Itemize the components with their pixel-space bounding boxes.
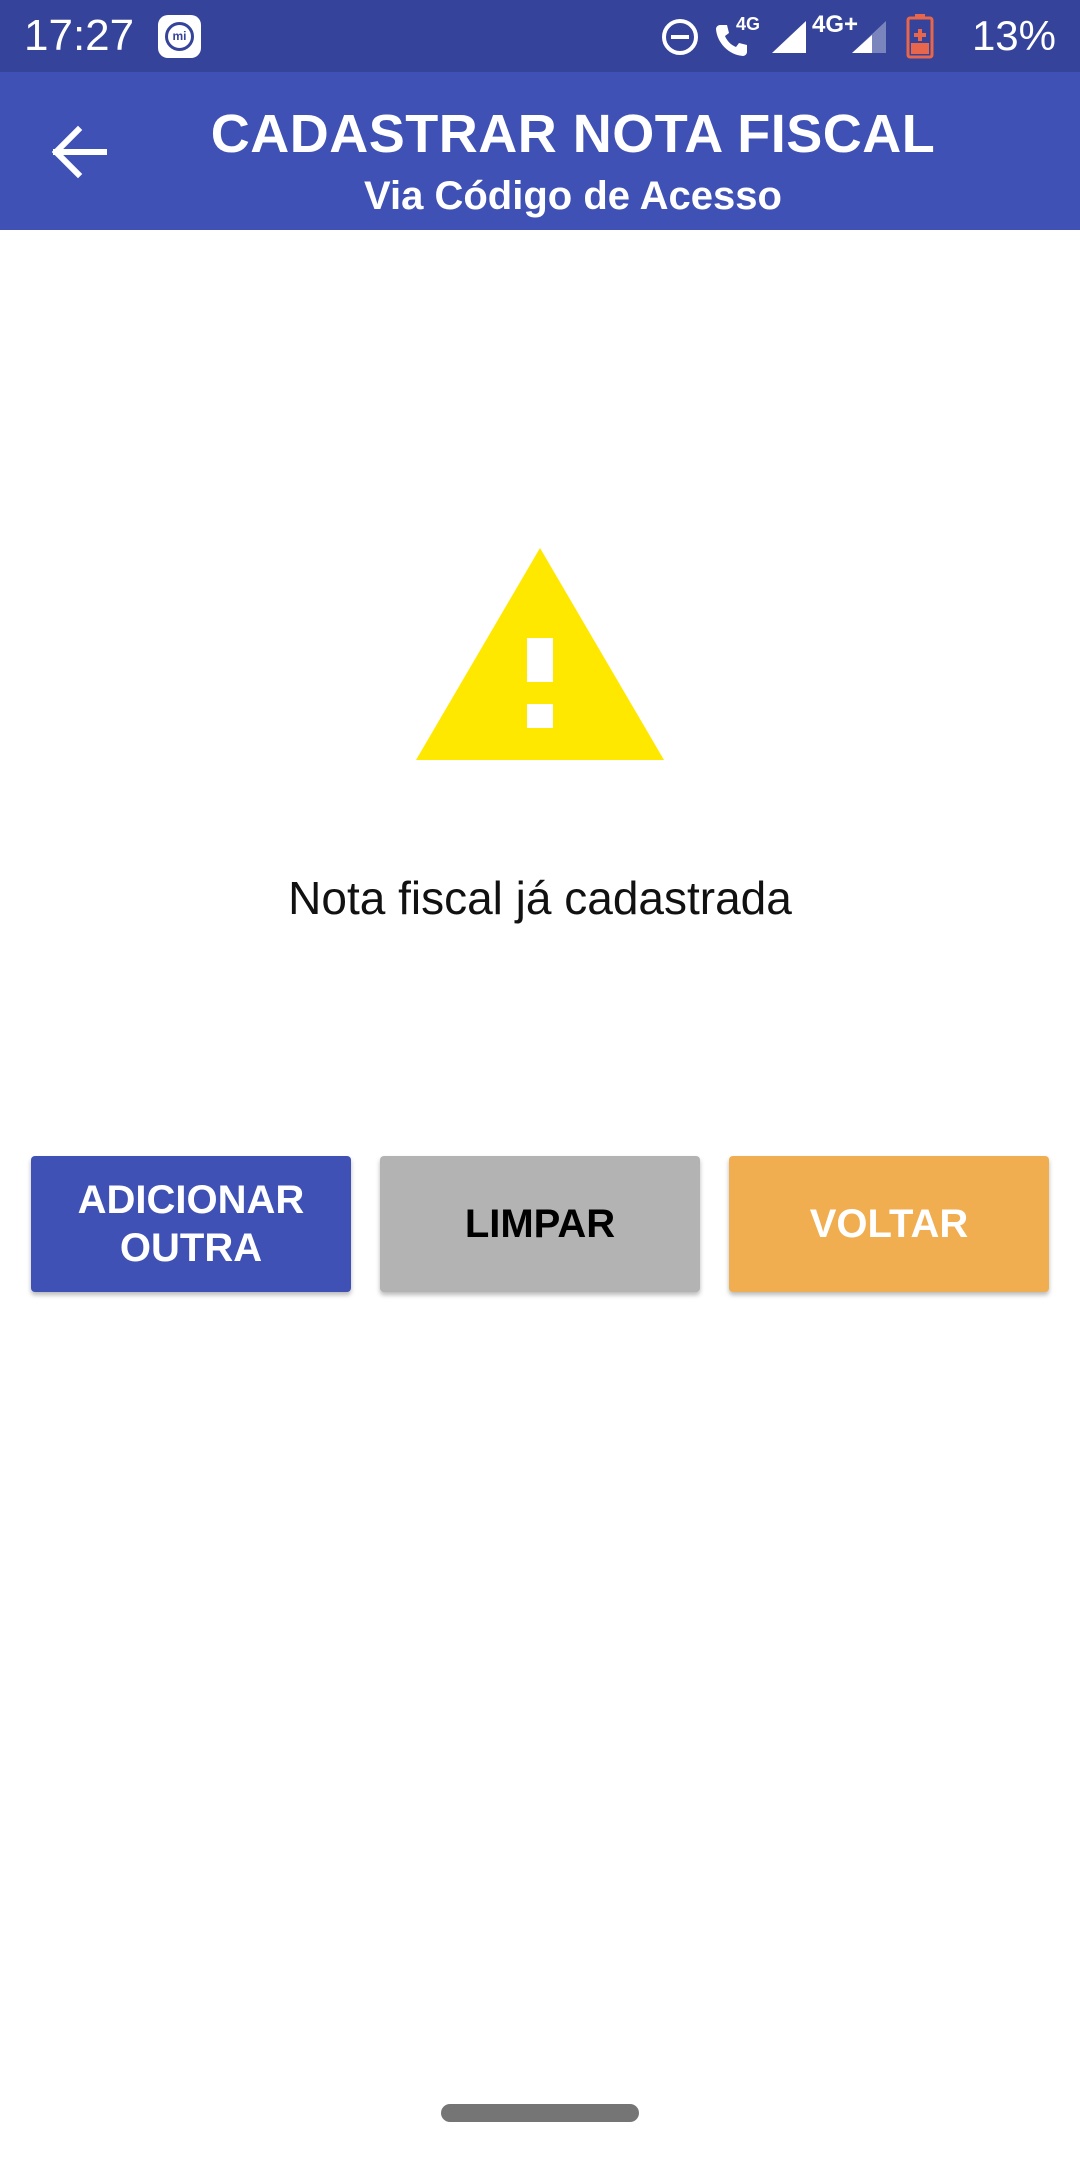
clear-button[interactable]: LIMPAR xyxy=(380,1156,700,1292)
add-another-label: ADICIONAR OUTRA xyxy=(77,1178,305,1270)
network-4g-small: 4G xyxy=(736,14,761,34)
status-icons: 4G 4G+ 13% xyxy=(660,0,1080,72)
home-indicator[interactable] xyxy=(441,2104,639,2122)
status-message: Nota fiscal já cadastrada xyxy=(288,872,792,924)
page-title: CADASTRAR NOTA FISCAL xyxy=(210,104,936,164)
mi-app-icon: mi xyxy=(158,15,201,58)
page-subtitle: Via Código de Acesso xyxy=(364,174,782,218)
mi-badge-text: mi xyxy=(172,29,187,43)
battery-percent: 13% xyxy=(971,12,1056,59)
status-time: 17:27 xyxy=(24,11,135,60)
signal-weak-icon xyxy=(852,21,886,53)
add-another-button[interactable]: ADICIONAR OUTRA xyxy=(31,1156,351,1292)
status-bar: 17:27 mi 4G 4G+ 13% xyxy=(0,0,1080,72)
warning-icon xyxy=(416,548,664,760)
battery-low-icon xyxy=(906,14,934,59)
signal-icon xyxy=(772,21,806,53)
back-label: VOLTAR xyxy=(809,1202,969,1246)
app-bar: CADASTRAR NOTA FISCAL Via Código de Aces… xyxy=(0,72,1080,230)
back-action-button[interactable]: VOLTAR xyxy=(729,1156,1049,1292)
do-not-disturb-icon xyxy=(662,19,698,55)
clear-label: LIMPAR xyxy=(464,1202,616,1246)
